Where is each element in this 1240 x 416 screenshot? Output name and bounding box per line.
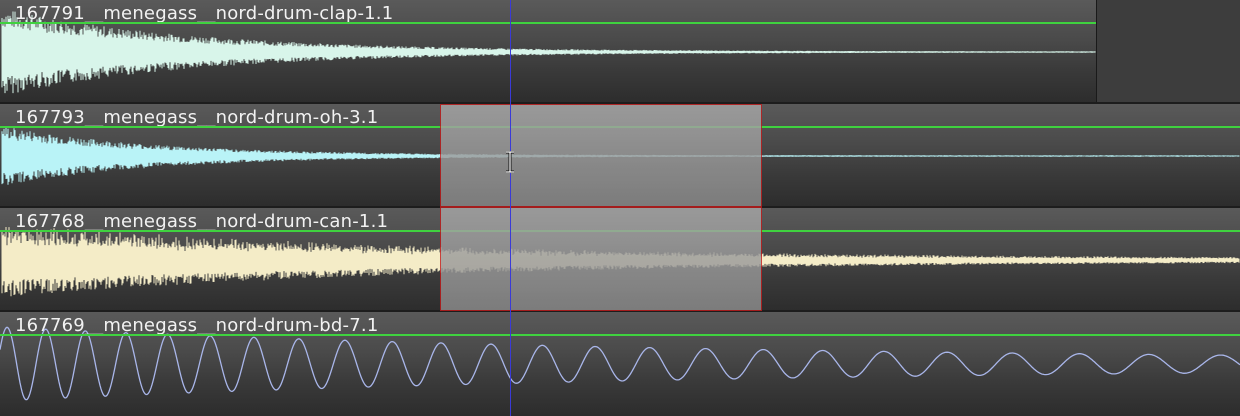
track-title: 167768__menegass__nord-drum-can-1.1 [15,211,389,232]
text-cursor-icon [506,151,514,173]
gain-line[interactable] [0,22,1096,24]
playhead[interactable] [510,0,511,416]
track-bd[interactable]: 167769__menegass__nord-drum-bd-7.1 [0,312,1240,416]
track-title: 167793__menegass__nord-drum-oh-3.1 [15,107,379,128]
selection-range-oh[interactable] [440,104,762,207]
track-clap[interactable]: 167791__menegass__nord-drum-clap-1.1 [0,0,1240,104]
track-title: 167791__menegass__nord-drum-clap-1.1 [15,3,394,24]
empty-track-area [1096,0,1240,104]
gain-line[interactable] [0,334,1240,336]
selection-range-can[interactable] [440,207,762,311]
track-title: 167769__menegass__nord-drum-bd-7.1 [15,315,379,336]
